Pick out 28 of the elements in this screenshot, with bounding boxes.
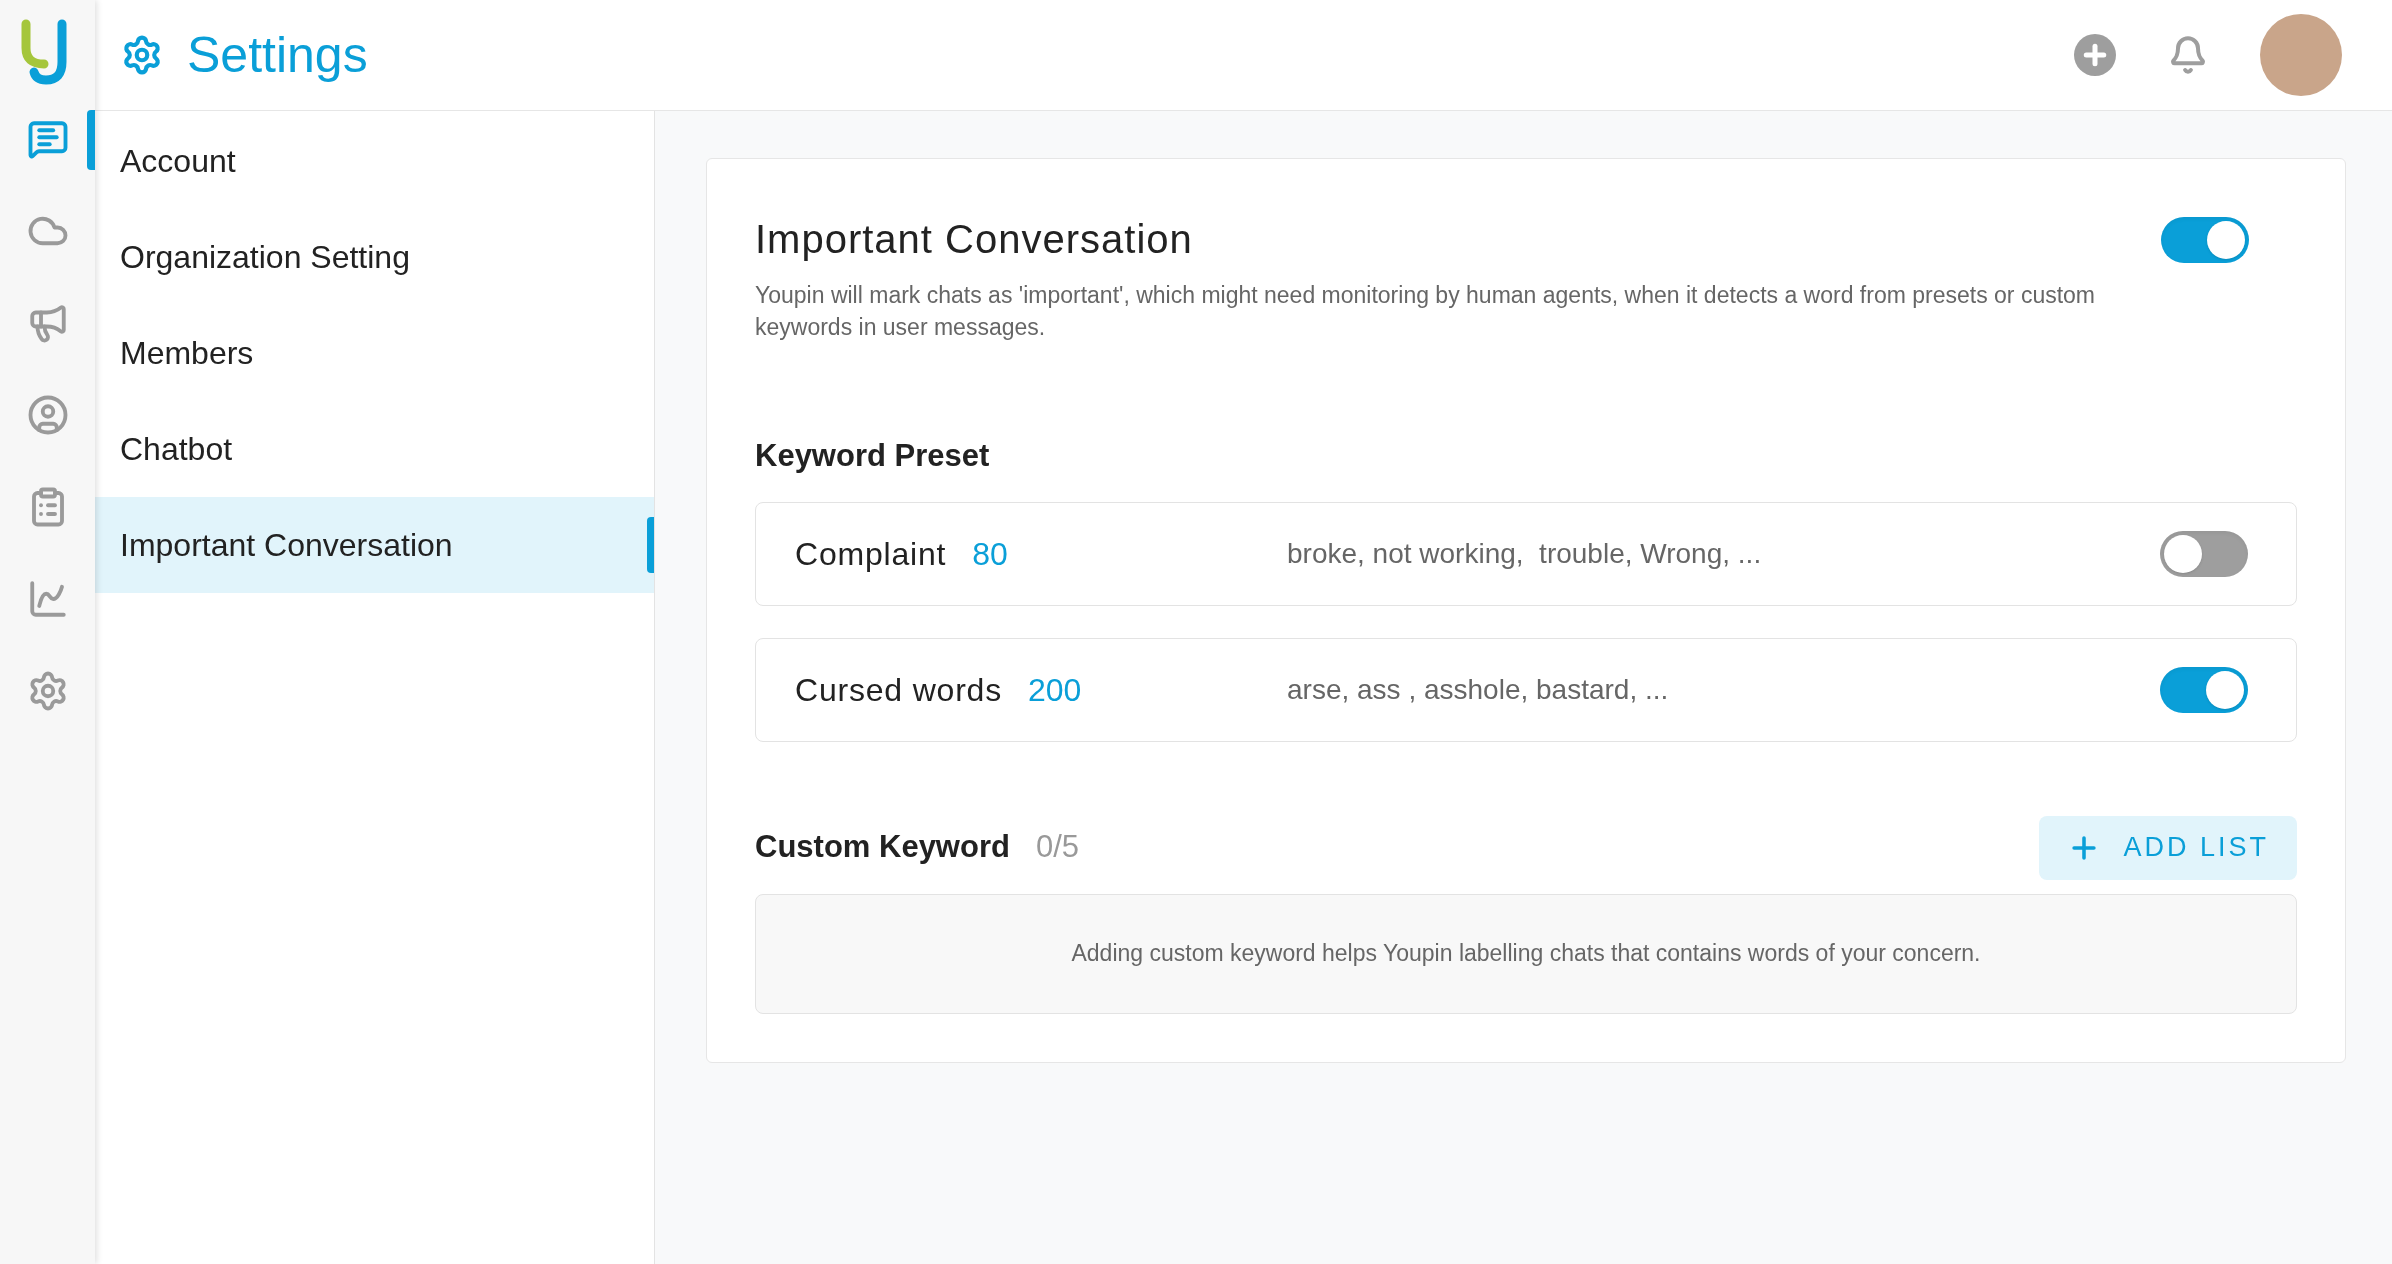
empty-text: Adding custom keyword helps Youpin labelling chats that contains words of your concern. — [1071, 939, 1981, 969]
menu-item[interactable]: Account — [95, 113, 654, 209]
menu-item[interactable]: Members — [95, 305, 654, 401]
preset-count: 80 — [972, 534, 1008, 574]
menu-item[interactable]: Chatbot — [95, 401, 654, 497]
active-indicator — [87, 110, 95, 170]
page-title: Settings — [187, 25, 368, 85]
settings-icon — [121, 34, 163, 76]
notification-bell-icon[interactable] — [2168, 35, 2208, 75]
add-button[interactable] — [2074, 34, 2116, 76]
preset-words: broke, not working, trouble, Wrong, ... — [1287, 536, 1762, 571]
card-description: Youpin will mark chats as 'important', which might need monitoring by human agents, when it detects a word from presets or custom keywords in user messages. — [755, 281, 2096, 342]
menu-item[interactable]: Important Conversation — [95, 497, 654, 593]
toggle-switch[interactable] — [2161, 217, 2249, 263]
preset-words: arse, ass , asshole, bastard, ... — [1287, 672, 1669, 707]
chat-bubble-icon[interactable] — [26, 118, 69, 160]
user-circle-icon[interactable] — [26, 394, 69, 436]
section-title: Keyword Preset — [755, 437, 991, 475]
keyword-count: 0/5 — [1035, 828, 1080, 867]
active-indicator — [647, 517, 654, 573]
card-title: Important Conversation — [755, 216, 1194, 263]
preset-count: 200 — [1028, 670, 1082, 710]
toggle-switch[interactable] — [2160, 666, 2248, 713]
menu-item[interactable]: Organization Setting — [95, 209, 654, 305]
preset-name: Cursed words — [795, 670, 1002, 710]
preset-name: Complaint — [795, 534, 947, 574]
toggle-switch[interactable] — [2160, 530, 2248, 577]
section-title: Custom Keyword — [755, 828, 1010, 867]
